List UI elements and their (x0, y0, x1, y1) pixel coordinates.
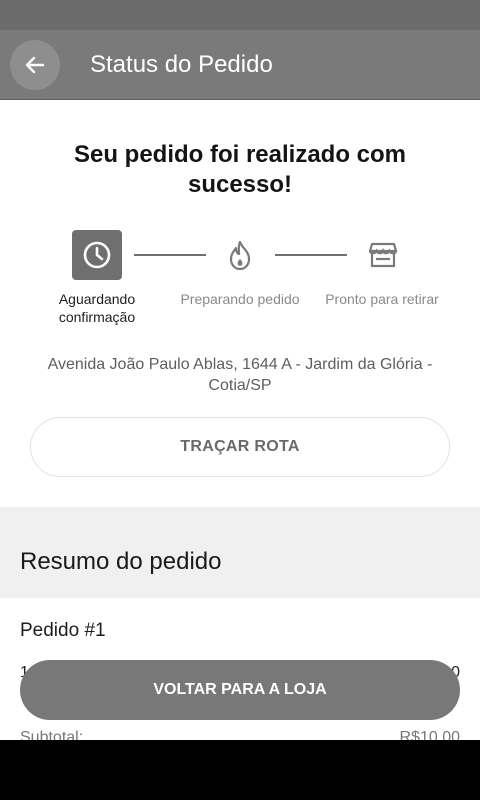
trace-route-button[interactable]: TRAÇAR ROTA (30, 417, 450, 477)
success-message: Seu pedido foi realizado com sucesso! (73, 141, 407, 198)
step-ready-icon-box (360, 232, 406, 278)
back-button[interactable] (10, 40, 60, 90)
system-status-bar (0, 0, 480, 30)
order-number: Pedido #1 (20, 620, 106, 641)
back-to-store-button[interactable]: VOLTAR PARA A LOJA (20, 660, 460, 720)
store-address: Avenida João Paulo Ablas, 1644 A - Jardi… (47, 356, 433, 394)
step-connector-2 (275, 254, 347, 256)
header-divider (0, 99, 480, 100)
step-connector-1 (134, 254, 206, 256)
step-preparing-icon-box (218, 232, 262, 278)
system-navigation-bar (0, 740, 480, 800)
step-ready-label: Pronto para retirar (325, 291, 439, 307)
clock-icon (81, 239, 113, 271)
flame-icon (226, 239, 254, 271)
step-confirmation-label: Aguardando confirmação (58, 291, 136, 325)
app-bar: Status do Pedido (0, 30, 480, 100)
arrow-left-icon (23, 53, 47, 77)
page-title: Status do Pedido (90, 51, 273, 78)
store-icon (367, 240, 399, 270)
step-preparing-label: Preparando pedido (180, 291, 300, 307)
order-summary-title: Resumo do pedido (20, 548, 222, 575)
step-confirmation-icon-box (72, 230, 122, 280)
